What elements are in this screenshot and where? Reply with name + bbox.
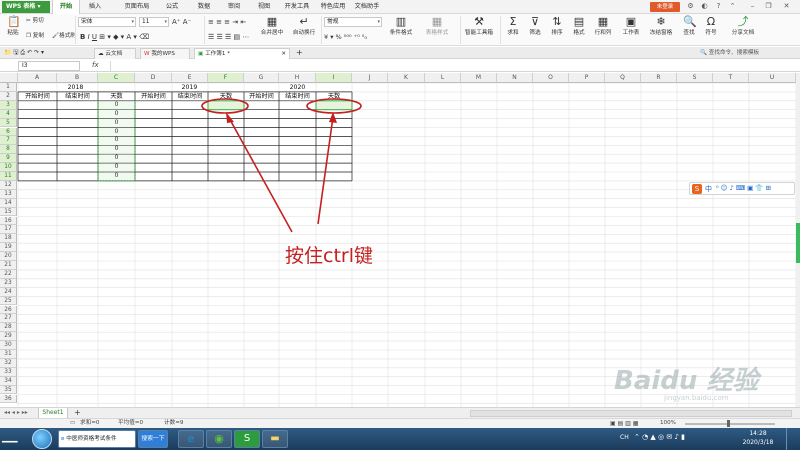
taskbar-ie-search[interactable]: e 中医师资格考试条件	[58, 430, 136, 448]
tray-icons[interactable]: ⌃ ◔ ▲ ◎ ✉ ♪ ▮	[634, 433, 685, 441]
zoom-slider[interactable]	[685, 423, 775, 425]
arrow-line-2	[317, 116, 334, 225]
status-icon: ▭	[70, 420, 76, 426]
status-average: 平均值=0	[118, 420, 144, 426]
annotation-callout: 按住ctrl键	[285, 245, 373, 267]
highlight-ellipse-i3	[306, 98, 362, 114]
status-count: 计数=9	[164, 420, 184, 426]
taskbar-browser-icon[interactable]: ◉	[206, 430, 232, 448]
status-bar: ▭ 求和=0 平均值=0 计数=9 ▣ ▤ ▥ ▦ 100%	[0, 418, 800, 428]
status-sum: 求和=0	[80, 420, 100, 426]
watermark-text: Baidu 经验	[614, 366, 759, 396]
ie-icon: e	[61, 436, 65, 442]
clock-date[interactable]: 2020/3/18	[736, 439, 780, 446]
baidu-watermark: Baidu 经验 jingyan.baidu.com	[614, 358, 784, 408]
start-button[interactable]	[32, 429, 52, 449]
taskbar-wps-sheet-icon[interactable]: S	[234, 430, 260, 448]
horizontal-scrollbar[interactable]	[470, 410, 792, 417]
show-desktop-icon[interactable]: ▁▁	[2, 432, 26, 446]
view-mode-icons[interactable]: ▣ ▤ ▥ ▦	[610, 419, 638, 428]
ime-toolbar[interactable]: S 中 ⁰ ☺ ♪ ⌨ ▣ 👕 ⊞	[689, 182, 795, 195]
language-indicator[interactable]: CH	[620, 434, 629, 441]
zoom-slider-thumb[interactable]	[727, 420, 730, 427]
sogou-icon[interactable]: S	[692, 184, 702, 194]
taskbar-folder-icon[interactable]: ▬	[262, 430, 288, 448]
watermark-url: jingyan.baidu.com	[664, 394, 729, 402]
show-desktop-button[interactable]	[786, 428, 798, 450]
ime-mode[interactable]: 中	[705, 184, 712, 194]
clock-time[interactable]: 14:28	[740, 430, 776, 437]
ime-tool-icons[interactable]: ⁰ ☺ ♪ ⌨ ▣ 👕 ⊞	[716, 184, 771, 192]
sheet-tab-bar: ◂◂ ◂ ▸ ▸▸ Sheet1 +	[0, 407, 800, 419]
taskbar-edge-icon[interactable]: e	[178, 430, 204, 448]
zoom-level[interactable]: 100%	[660, 419, 676, 428]
windows-taskbar: ▁▁ e 中医师资格考试条件 搜索一下 e ◉ S ▬ CH ⌃ ◔ ▲ ◎ ✉…	[0, 428, 800, 450]
arrow-head-1	[226, 112, 234, 123]
search-button[interactable]: 搜索一下	[138, 430, 168, 448]
arrow-line-1	[227, 115, 293, 233]
highlight-ellipse-f3	[201, 98, 249, 114]
